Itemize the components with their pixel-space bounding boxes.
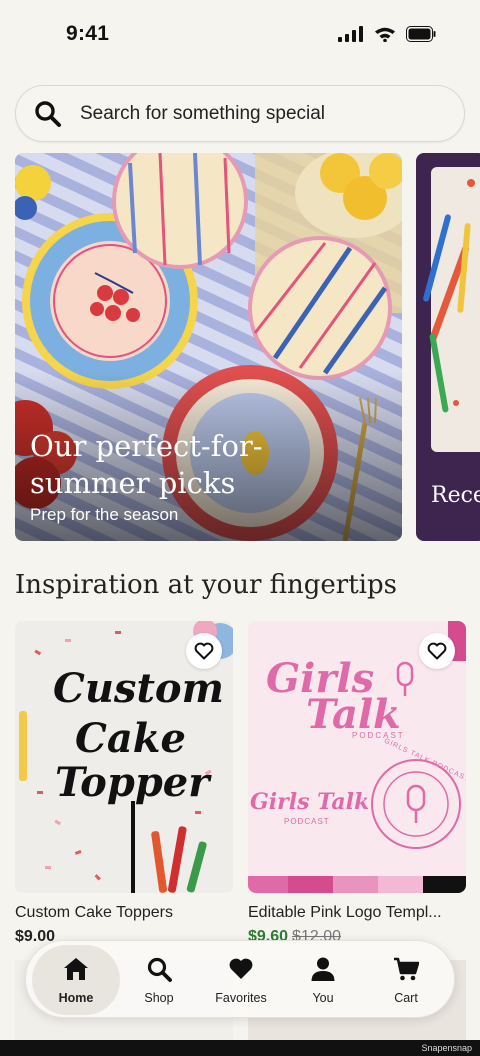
hero-next-title: Rece: [431, 483, 480, 508]
status-bar: 9:41: [0, 0, 480, 70]
status-icons: [338, 26, 436, 42]
nav-favorites[interactable]: Favorites: [197, 945, 285, 1015]
podcast-logo-text-3: PODCAST: [352, 731, 405, 740]
podcast-logo-text-5: PODCAST: [284, 817, 330, 826]
nav-label: You: [312, 991, 334, 1005]
listing-card[interactable]: Custom Cake Topper Custom Cake Toppers $…: [15, 621, 233, 946]
home-icon: [64, 958, 88, 980]
hero-card-next[interactable]: Rece: [416, 153, 480, 541]
podcast-logo-text-4: Girls Talk: [250, 789, 370, 815]
nav-cart[interactable]: Cart: [362, 945, 450, 1015]
nav-home[interactable]: Home: [32, 945, 120, 1015]
listing-title: Editable Pink Logo Templ...: [248, 904, 442, 921]
search-icon: [147, 957, 172, 982]
search-icon: [35, 101, 61, 127]
cake-topper-text-1: Custom: [53, 665, 224, 712]
cake-topper-text-3: Topper: [55, 759, 210, 806]
heart-outline-icon: [427, 642, 447, 660]
system-bar: [0, 1040, 480, 1056]
favorite-button[interactable]: [419, 633, 455, 669]
heart-icon: [229, 958, 253, 979]
listing-title: Custom Cake Toppers: [15, 904, 173, 921]
section-title: Inspiration at your fingertips: [15, 570, 397, 600]
nav-you[interactable]: You: [279, 945, 367, 1015]
heart-outline-icon: [194, 642, 214, 660]
listing-card[interactable]: Girls Talk PODCAST Girls Talk PODCAST GI…: [248, 621, 466, 946]
cake-topper-text-2: Cake: [75, 715, 186, 762]
search-bar[interactable]: Search for something special: [15, 85, 465, 142]
hero-card[interactable]: Our perfect-for-summer picks Prep for th…: [15, 153, 402, 541]
listing-image: Girls Talk PODCAST Girls Talk PODCAST GI…: [248, 621, 466, 893]
nav-shop[interactable]: Shop: [115, 945, 203, 1015]
cart-icon: [394, 957, 419, 981]
signal-icon: [338, 26, 363, 42]
nav-label: Shop: [144, 991, 174, 1005]
bottom-nav: Home Shop Favorites You Cart: [25, 940, 455, 1018]
wifi-icon: [375, 27, 395, 42]
person-icon: [311, 957, 335, 981]
nav-label: Home: [58, 991, 94, 1005]
favorite-button[interactable]: [186, 633, 222, 669]
watermark: Snapensnap: [421, 1043, 472, 1053]
hero-title: Our perfect-for-summer picks: [30, 429, 263, 500]
battery-icon: [406, 26, 436, 42]
search-input[interactable]: Search for something special: [80, 103, 325, 125]
status-time: 9:41: [66, 22, 110, 45]
nav-label: Favorites: [215, 991, 267, 1005]
listing-image: Custom Cake Topper: [15, 621, 233, 893]
hero-subtitle: Prep for the season: [30, 505, 179, 524]
nav-label: Cart: [394, 991, 418, 1005]
